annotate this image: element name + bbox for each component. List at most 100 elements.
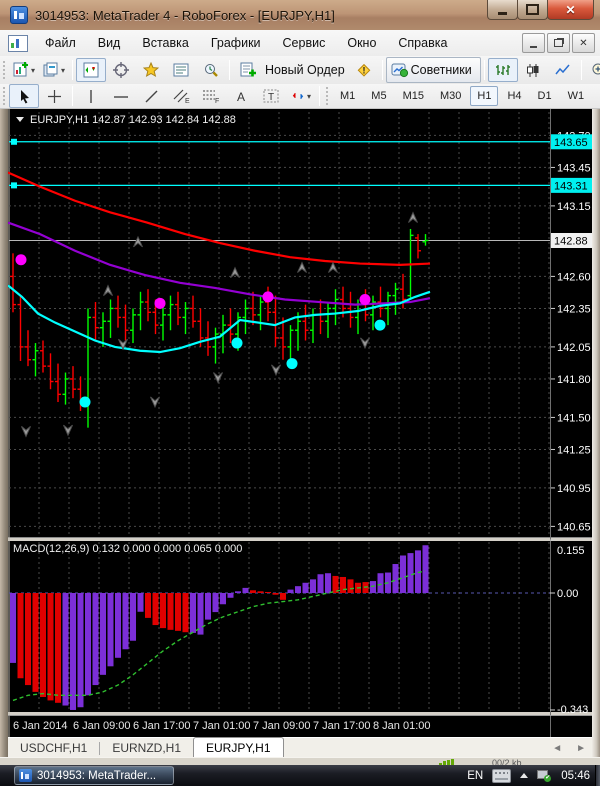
macd-bar: [145, 593, 151, 618]
data-window-button[interactable]: [106, 58, 136, 82]
menu-window[interactable]: Окно: [336, 32, 387, 54]
mdi-close-icon: ✕: [579, 37, 588, 49]
market-watch-button[interactable]: [76, 58, 106, 82]
toolbar-grip[interactable]: [3, 87, 5, 105]
macd-bar: [370, 581, 376, 593]
bar-chart-button[interactable]: [487, 58, 518, 82]
timeframe-d1[interactable]: D1: [531, 86, 559, 106]
arrows-tool-caret-icon: ▾: [306, 91, 311, 101]
tab-eurnzd[interactable]: EURNZD,H1: [100, 739, 193, 758]
network-status-icon[interactable]: ✔: [537, 770, 552, 782]
timeframe-h1[interactable]: H1: [470, 86, 499, 106]
menu-bar: Файл Вид Вставка Графики Сервис Окно Спр…: [0, 30, 600, 57]
menu-view[interactable]: Вид: [87, 32, 132, 54]
arrows-tool-icon: [292, 92, 304, 99]
timeframe-m30[interactable]: M30: [433, 86, 468, 106]
menu-charts[interactable]: Графики: [200, 32, 272, 54]
menu-help[interactable]: Справка: [387, 32, 458, 54]
cyan-signal-dot: [79, 396, 91, 408]
market-watch-icon: [83, 62, 99, 78]
strategy-tester-button[interactable]: [196, 58, 226, 82]
price-badge-label: 143.65: [554, 137, 588, 149]
crosshair-button[interactable]: [39, 84, 69, 108]
arrows-tool-button[interactable]: ▾: [286, 84, 316, 108]
timeframe-h4[interactable]: H4: [500, 86, 528, 106]
line-chart-button[interactable]: [548, 58, 578, 82]
macd-bar: [377, 573, 384, 593]
mdi-restore-button[interactable]: [547, 33, 570, 53]
timeframe-m15[interactable]: M15: [396, 86, 431, 106]
windows-taskbar: 3014953: MetaTrader... EN ✔ 05:46: [0, 765, 600, 786]
terminal-button[interactable]: [166, 58, 196, 82]
expert-advisors-label: Советники: [410, 63, 472, 77]
macd-bar: [280, 593, 286, 600]
vertical-line-button[interactable]: [76, 84, 106, 108]
tab-scroll-left-icon[interactable]: ◄: [552, 743, 562, 754]
toolbar-separator: [483, 60, 485, 80]
trendline-icon: [145, 90, 157, 102]
chart-area[interactable]: 143.70143.45143.15142.60142.35142.05141.…: [0, 0, 600, 786]
timeframe-m1[interactable]: M1: [333, 86, 362, 106]
macd-bar: [167, 593, 174, 630]
macd-bar: [122, 593, 129, 650]
alert-button[interactable]: !: [349, 58, 379, 82]
chart-window-icon[interactable]: [8, 34, 28, 52]
metatrader-taskbar-button[interactable]: 3014953: MetaTrader...: [14, 766, 174, 785]
profiles-icon: [43, 62, 58, 77]
macd-bar: [242, 587, 249, 593]
text-icon: A: [237, 90, 245, 104]
toolbar-grip[interactable]: [3, 61, 5, 79]
macd-bar: [190, 593, 196, 633]
macd-bar: [235, 591, 241, 593]
expert-advisors-button[interactable]: Советники: [385, 57, 481, 83]
menu-insert[interactable]: Вставка: [131, 32, 199, 54]
macd-bar: [10, 593, 16, 663]
text-label-button[interactable]: T: [256, 84, 286, 108]
close-button[interactable]: ✕: [547, 0, 594, 20]
price-axis-label: 142.05: [557, 342, 591, 354]
toolbar-grip[interactable]: [326, 87, 328, 105]
show-hidden-icons-icon[interactable]: [520, 773, 529, 778]
menu-tools[interactable]: Сервис: [272, 32, 337, 54]
price-axis-label: 141.80: [557, 374, 591, 386]
profiles-button[interactable]: ▾: [39, 58, 69, 82]
equidistant-channel-button[interactable]: E: [166, 84, 196, 108]
menu-file[interactable]: Файл: [34, 32, 87, 54]
new-order-button[interactable]: [233, 58, 263, 82]
mdi-close-button[interactable]: ✕: [572, 33, 595, 53]
macd-bar: [265, 591, 271, 593]
toolbar-separator: [72, 60, 73, 80]
language-indicator[interactable]: EN: [467, 770, 483, 782]
zoom-in-button[interactable]: [585, 58, 600, 82]
time-axis-label: 7 Jan 01:00: [193, 720, 251, 732]
tab-eurjpy-active[interactable]: EURJPY,H1: [193, 737, 284, 758]
tab-usdchf[interactable]: USDCHF,H1: [8, 739, 99, 758]
cursor-button[interactable]: [9, 84, 39, 108]
navigator-button[interactable]: [136, 58, 166, 82]
svg-text:F: F: [215, 98, 219, 104]
show-desktop-button[interactable]: [595, 765, 600, 786]
timeframe-m5[interactable]: M5: [364, 86, 393, 106]
timeframe-w1[interactable]: W1: [561, 86, 592, 106]
text-button[interactable]: A: [226, 84, 256, 108]
minimize-button[interactable]: [487, 0, 518, 20]
new-chart-button[interactable]: ▾: [9, 58, 39, 82]
new-order-icon: [240, 62, 256, 77]
magenta-signal-dot: [15, 254, 27, 266]
level-line-handle: [11, 182, 17, 189]
timeframe-mn[interactable]: MN: [593, 86, 600, 106]
bar-chart-icon: [495, 64, 510, 75]
keyboard-layout-icon[interactable]: [492, 768, 512, 783]
new-order-label[interactable]: Новый Ордер: [265, 63, 345, 77]
price-badge-label: 143.31: [554, 180, 588, 192]
horizontal-line-button[interactable]: [106, 84, 136, 108]
candlestick-button[interactable]: [518, 58, 548, 82]
mdi-minimize-button[interactable]: [522, 33, 545, 53]
svg-text:E: E: [185, 98, 190, 104]
tab-scroll-right-icon[interactable]: ►: [576, 743, 586, 754]
fibonacci-button[interactable]: F: [196, 84, 226, 108]
cursor-icon: [20, 89, 29, 103]
price-axis-label: 140.65: [557, 521, 591, 533]
maximize-button[interactable]: [517, 0, 548, 20]
trendline-button[interactable]: [136, 84, 166, 108]
